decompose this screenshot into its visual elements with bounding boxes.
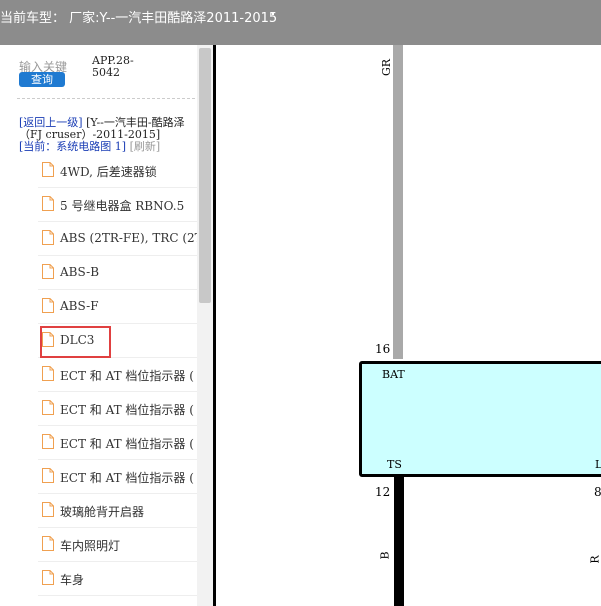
- list-item-label: ABS (2TR-FE), TRC (2TR: [60, 231, 198, 245]
- diagram-border: [213, 45, 216, 606]
- wire-bottom-label: B: [378, 551, 392, 560]
- current-location: [当前：系统电路图 1]: [19, 140, 127, 153]
- list-item[interactable]: 4WD, 后差速器锁: [38, 153, 198, 188]
- list-item[interactable]: 玻璃舱背开启器: [38, 493, 198, 528]
- pin-l-label: L: [595, 458, 601, 471]
- list-item[interactable]: 车内照明灯: [38, 527, 198, 562]
- document-icon: [42, 366, 54, 381]
- list-item[interactable]: ECT 和 AT 档位指示器 (: [38, 357, 198, 392]
- list-item[interactable]: ABS (2TR-FE), TRC (2TR: [38, 221, 198, 256]
- document-icon: [42, 162, 54, 177]
- title-dot: [272, 13, 274, 15]
- wiring-diagram: GR 16 BAT TS L 12 8 B R: [213, 45, 601, 606]
- page-title: 当前车型： 厂家:Y--一汽丰田酷路泽2011-2015: [0, 11, 278, 26]
- wire-top-label: GR: [380, 58, 394, 77]
- breadcrumb: [返回上一级] [Y--一汽丰田-酷路泽（FJ cruser）-2011-201…: [19, 117, 195, 153]
- list-item[interactable]: ECT 和 AT 档位指示器 (: [38, 391, 198, 426]
- list-item[interactable]: ABS-F: [38, 289, 198, 324]
- document-icon: [42, 502, 54, 517]
- selection-highlight: [40, 326, 111, 358]
- document-icon: [42, 570, 54, 585]
- list-item[interactable]: ECT 和 AT 档位指示器 (: [38, 425, 198, 460]
- list-item-label: ABS-B: [60, 265, 100, 279]
- divider: [17, 98, 195, 99]
- search-button[interactable]: 查询: [19, 72, 65, 87]
- document-icon: [42, 400, 54, 415]
- wire-black: [394, 477, 404, 606]
- pin-8-number: 8: [594, 485, 601, 499]
- list-item-label: 5 号继电器盒 RBNO.5: [60, 199, 185, 213]
- pin-bat-label: BAT: [382, 368, 405, 381]
- list-item-label: ECT 和 AT 档位指示器 (: [60, 471, 194, 485]
- list-item[interactable]: 车身: [38, 561, 198, 596]
- document-icon: [42, 536, 54, 551]
- list-item-label: 玻璃舱背开启器: [60, 505, 145, 519]
- list-item[interactable]: ABS-B: [38, 255, 198, 290]
- list-item[interactable]: ECT 和 AT 档位指示器 (: [38, 459, 198, 494]
- wire-gray: [393, 45, 403, 359]
- wire-right-label: R: [588, 555, 601, 564]
- document-icon: [42, 434, 54, 449]
- document-icon: [42, 468, 54, 483]
- pin-ts-label: TS: [387, 458, 402, 471]
- app-code-line2: 5042: [92, 66, 120, 79]
- list-item-label: 4WD, 后差速器锁: [60, 165, 157, 179]
- list-item[interactable]: 5 号继电器盒 RBNO.5: [38, 187, 198, 222]
- document-icon: [42, 298, 54, 313]
- top-bar: 当前车型： 厂家:Y--一汽丰田酷路泽2011-2015: [0, 0, 601, 45]
- list-item-label: ECT 和 AT 档位指示器 (: [60, 437, 194, 451]
- refresh-link[interactable]: [刷新]: [130, 140, 161, 153]
- pin-12-number: 12: [375, 485, 391, 499]
- document-icon: [42, 196, 54, 211]
- list-item-label: 车身: [60, 573, 85, 587]
- pin-top-number: 16: [375, 342, 391, 356]
- scrollbar-thumb[interactable]: [199, 48, 211, 303]
- document-icon: [42, 230, 54, 245]
- list-item-label: ECT 和 AT 档位指示器 (: [60, 403, 194, 417]
- list-item-label: 车内照明灯: [60, 539, 121, 553]
- document-icon: [42, 264, 54, 279]
- list-item-label: ECT 和 AT 档位指示器 (: [60, 369, 194, 383]
- app-code: APP.28- 5042: [92, 55, 134, 79]
- list-item-label: ABS-F: [60, 299, 99, 313]
